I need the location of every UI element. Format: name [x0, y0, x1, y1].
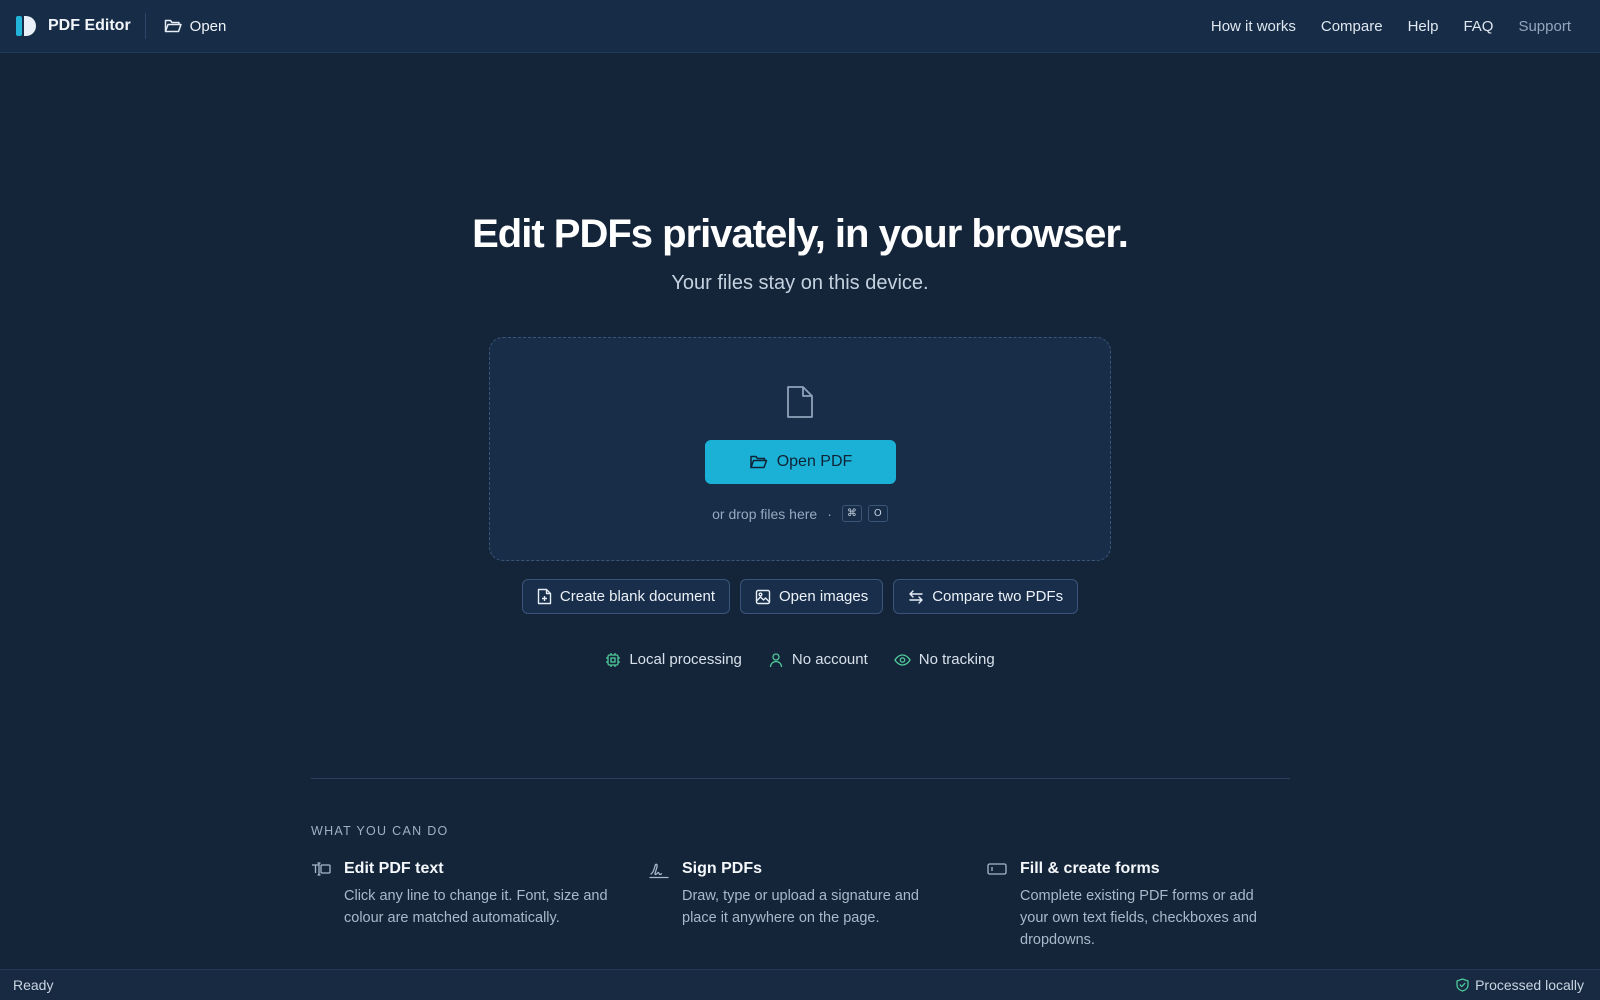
compare-two-pdfs-button[interactable]: Compare two PDFs: [893, 579, 1079, 614]
nav-how-it-works[interactable]: How it works: [1211, 18, 1296, 35]
feature-description: Click any line to change it. Font, size …: [344, 888, 608, 926]
app-name: PDF Editor: [48, 17, 131, 34]
trust-no-tracking: No tracking: [894, 651, 995, 668]
app-logo-icon: [16, 16, 36, 36]
page-subtitle: Your files stay on this device.: [671, 272, 929, 294]
status-text: Ready: [13, 977, 54, 993]
drop-zone[interactable]: Open PDF or drop files here · ⌘ O: [489, 337, 1111, 561]
compare-arrows-icon: [909, 589, 923, 604]
shield-check-icon: [1456, 978, 1469, 992]
nav-support[interactable]: Support: [1518, 18, 1571, 35]
nav-compare[interactable]: Compare: [1321, 18, 1383, 35]
trust-label: No account: [791, 651, 868, 668]
file-icon: [787, 386, 813, 418]
status-right-text: Processed locally: [1475, 977, 1584, 993]
feature-description: Draw, type or upload a signature and pla…: [682, 888, 919, 926]
open-pdf-label: Open PDF: [776, 453, 853, 470]
status-bar: Ready Processed locally: [0, 969, 1600, 1000]
drop-hint-text: or drop files here: [712, 505, 818, 522]
signature-icon: [649, 863, 669, 879]
open-images-label: Open images: [779, 588, 869, 605]
cpu-icon: [606, 652, 621, 667]
compare-two-pdfs-label: Compare two PDFs: [932, 588, 1064, 605]
open-button-label: Open: [189, 17, 227, 35]
top-bar: PDF Editor Open How it works Compare Hel…: [0, 0, 1600, 53]
divider: [144, 13, 146, 39]
create-blank-document-button[interactable]: Create blank document: [521, 579, 730, 614]
trust-local-processing: Local processing: [605, 651, 742, 668]
file-plus-icon: [537, 588, 552, 605]
form-field-icon: [987, 863, 1007, 875]
open-images-button[interactable]: Open images: [740, 579, 884, 614]
section-divider: [311, 778, 1290, 779]
nav-help[interactable]: Help: [1408, 18, 1439, 35]
features-section-label: WHAT YOU CAN DO: [311, 824, 449, 838]
feature-title: Fill & create forms: [1020, 860, 1160, 877]
shortcut-key-cmd: ⌘: [841, 505, 862, 522]
feature-description: Complete existing PDF forms or add your …: [1020, 888, 1257, 948]
drop-hint: or drop files here · ⌘ O: [490, 505, 1110, 522]
trust-label: No tracking: [918, 651, 995, 668]
eye-icon: [894, 653, 911, 666]
text-cursor-icon: [312, 862, 331, 876]
shortcut-key-o: O: [867, 505, 888, 522]
feature-title: Sign PDFs: [682, 860, 763, 877]
image-icon: [755, 589, 771, 604]
create-blank-document-label: Create blank document: [559, 588, 715, 605]
processed-locally-indicator: Processed locally: [1456, 977, 1587, 993]
open-pdf-button[interactable]: Open PDF: [705, 440, 896, 484]
trust-badges: Local processing No account No tracking: [0, 651, 1600, 668]
hint-separator: ·: [827, 505, 832, 522]
trust-no-account: No account: [768, 651, 868, 668]
nav-faq[interactable]: FAQ: [1463, 18, 1493, 35]
page-title: Edit PDFs privately, in your browser.: [472, 212, 1129, 256]
secondary-actions: Create blank document Open images Compar…: [0, 579, 1600, 614]
open-button[interactable]: Open: [164, 17, 227, 35]
brand[interactable]: PDF Editor: [16, 16, 131, 36]
trust-label: Local processing: [629, 651, 742, 668]
folder-open-icon: [749, 455, 767, 469]
feature-title: Edit PDF text: [344, 860, 444, 877]
main-nav: How it works Compare Help FAQ Support: [1211, 18, 1584, 35]
folder-open-icon: [164, 19, 182, 33]
user-icon: [769, 652, 783, 667]
